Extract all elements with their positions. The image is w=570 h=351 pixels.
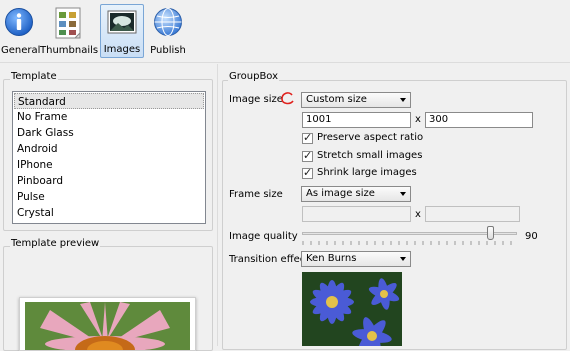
list-item[interactable]: No Frame	[14, 109, 204, 125]
image-quality-track[interactable]	[302, 232, 517, 235]
image-quality-label: Image quality	[229, 231, 298, 242]
image-quality-ticks	[302, 241, 517, 245]
chevron-down-icon	[400, 98, 406, 102]
publish-button[interactable]: Publish	[148, 4, 188, 58]
image-width-input[interactable]: 1001	[302, 112, 411, 128]
preserve-aspect-checkbox[interactable]	[302, 131, 313, 144]
stretch-small-checkbox[interactable]	[302, 149, 313, 162]
general-label: General	[1, 45, 41, 56]
list-item[interactable]: IPhone	[14, 157, 204, 173]
template-preview-title: Template preview	[10, 238, 101, 249]
thumbnails-icon	[53, 7, 83, 42]
frame-height-input[interactable]	[425, 206, 520, 222]
thumbnails-button[interactable]: Thumbnails	[40, 4, 99, 58]
info-icon	[4, 7, 34, 40]
list-item[interactable]: Crystal	[14, 205, 204, 221]
images-button[interactable]: Images	[100, 4, 144, 58]
times-label: x	[415, 114, 421, 125]
transition-effect-label: Transition effect	[229, 254, 310, 265]
globe-icon	[153, 7, 183, 40]
template-preview-image	[19, 297, 196, 351]
list-item[interactable]: Pulse	[14, 189, 204, 205]
toolbar: General Thumbnails Images Publish	[0, 0, 570, 63]
frame-size-label: Frame size	[229, 189, 283, 200]
transition-preview-image	[302, 272, 402, 346]
transition-effect-value: Ken Burns	[306, 253, 357, 264]
transition-effect-select[interactable]: Ken Burns	[301, 251, 411, 267]
template-group-title: Template	[10, 71, 58, 82]
images-label: Images	[103, 44, 141, 55]
list-item[interactable]: Standard	[14, 93, 204, 109]
image-size-label: Image size	[229, 94, 283, 105]
publish-label: Publish	[150, 45, 186, 56]
thumbnails-label: Thumbnails	[40, 45, 99, 56]
shrink-large-label: Shrink large images	[317, 167, 417, 178]
pane-divider	[217, 64, 218, 346]
annotation-circle	[280, 92, 296, 109]
image-icon	[107, 8, 137, 39]
frame-width-input[interactable]	[302, 206, 411, 222]
image-quality-slider-thumb[interactable]	[487, 226, 495, 240]
chevron-down-icon	[400, 257, 406, 261]
frame-size-select[interactable]: As image size	[301, 186, 411, 202]
preserve-aspect-label: Preserve aspect ratio	[317, 132, 424, 143]
template-listbox[interactable]: Standard No Frame Dark Glass Android IPh…	[12, 91, 206, 224]
general-button[interactable]: General	[1, 4, 41, 58]
image-size-value: Custom size	[306, 94, 367, 105]
list-item[interactable]: Pinboard	[14, 173, 204, 189]
stretch-small-label: Stretch small images	[317, 150, 423, 161]
frame-size-value: As image size	[306, 188, 375, 199]
groupbox-title: GroupBox	[228, 71, 280, 82]
chevron-down-icon	[400, 192, 406, 196]
image-quality-value: 90	[525, 231, 538, 242]
shrink-large-checkbox[interactable]	[302, 166, 313, 179]
list-item[interactable]: Android	[14, 141, 204, 157]
image-height-input[interactable]: 300	[425, 112, 533, 128]
list-item[interactable]: Dark Glass	[14, 125, 204, 141]
image-size-select[interactable]: Custom size	[301, 92, 411, 108]
frame-times-label: x	[415, 209, 421, 220]
